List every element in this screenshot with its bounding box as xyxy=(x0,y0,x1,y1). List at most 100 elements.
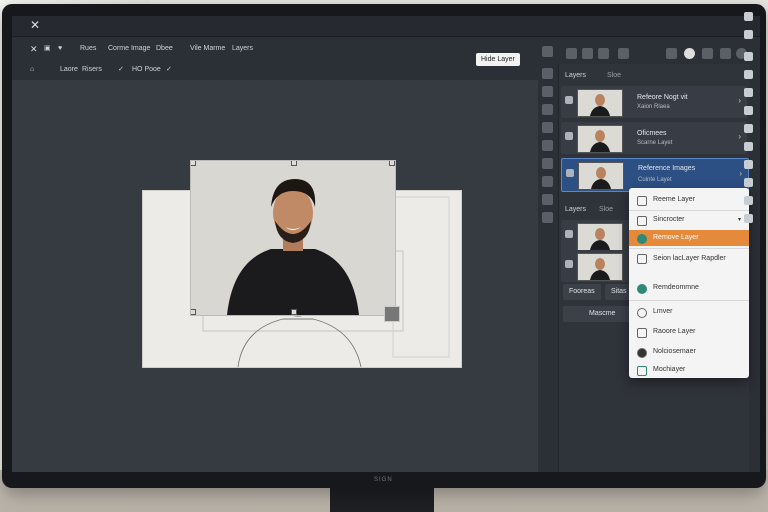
screen: ✕ ✕ ▣ ♥ Rues Corme Image Dbee Vile Marme… xyxy=(12,16,760,472)
layers-icon[interactable] xyxy=(744,160,753,169)
layers-icon[interactable] xyxy=(542,140,553,151)
check-icon[interactable]: ✓ xyxy=(118,62,124,78)
menu-divider xyxy=(629,300,749,301)
home-icon[interactable]: ⌂ xyxy=(30,62,34,78)
layer-thumbnail xyxy=(577,223,623,251)
image-icon[interactable] xyxy=(566,169,574,177)
settings-icon[interactable] xyxy=(720,48,731,59)
ctx-item-sincrocter[interactable]: Sincrocter ▾ xyxy=(629,212,749,228)
layer-subtitle: Cuinte Layet xyxy=(638,177,672,183)
rect-icon xyxy=(637,254,647,264)
image-icon[interactable] xyxy=(542,122,553,133)
menu-divider xyxy=(629,210,749,211)
toolbar-item-risers[interactable]: Risers xyxy=(82,62,102,78)
heart-icon[interactable]: ♥ xyxy=(58,40,62,58)
layer-row[interactable]: Oficmees Scarne Layet › xyxy=(561,122,747,154)
link-icon xyxy=(637,328,647,338)
ctx-item-remdeommne[interactable]: Remdeommne xyxy=(629,280,749,296)
person-photo xyxy=(191,161,395,315)
target-icon[interactable] xyxy=(744,70,753,79)
layer-row[interactable]: Refeore Nogt vit Xaion Rlaea › xyxy=(561,86,747,118)
save-icon[interactable]: ▣ xyxy=(44,40,51,58)
grid-icon[interactable] xyxy=(744,178,753,187)
crop-icon[interactable] xyxy=(582,48,593,59)
arrow-down-icon[interactable] xyxy=(744,124,753,133)
menu-bar: ✕ ▣ ♥ Rues Corme Image Dbee Vile Marme L… xyxy=(22,40,542,58)
close-icon[interactable]: ✕ xyxy=(30,40,38,58)
ctx-item-mochiayer[interactable]: Mochiayer xyxy=(629,362,749,378)
layer-row[interactable] xyxy=(561,250,631,282)
menu-item-vile[interactable]: Vile Marme xyxy=(190,40,225,58)
settings-icon[interactable] xyxy=(744,52,753,61)
menu-item-image[interactable]: Corme Image xyxy=(108,40,150,58)
minimize-icon[interactable] xyxy=(744,12,753,21)
arrow-up-icon[interactable] xyxy=(744,106,753,115)
resize-handle[interactable] xyxy=(191,309,196,315)
info-icon[interactable] xyxy=(744,142,753,151)
paste-icon[interactable] xyxy=(542,212,553,223)
menu-item-dbee[interactable]: Dbee xyxy=(156,40,173,58)
menu-item-rues[interactable]: Rues xyxy=(80,40,96,58)
ctx-item-remove-layer[interactable]: Remove Layer xyxy=(629,230,749,246)
layer-row-active[interactable]: Reference Images Cuinte Layet › xyxy=(561,158,749,192)
layer-icon[interactable] xyxy=(565,230,573,238)
title-bar: ✕ xyxy=(12,16,760,37)
box-icon[interactable] xyxy=(542,194,553,205)
transform-handle-icon[interactable] xyxy=(384,306,400,322)
toolbar-item-laore[interactable]: Laore xyxy=(60,62,78,78)
eye-icon[interactable] xyxy=(565,96,573,104)
tag-icon[interactable] xyxy=(744,88,753,97)
redo-icon[interactable] xyxy=(744,214,753,223)
palette-icon xyxy=(637,348,647,358)
monitor-brand: SIGN xyxy=(374,477,393,483)
box-icon[interactable] xyxy=(744,196,753,205)
resize-handle[interactable] xyxy=(291,161,297,166)
layer-row[interactable] xyxy=(561,220,631,252)
grid-icon[interactable] xyxy=(666,48,677,59)
ctx-item-nolciosemaer[interactable]: Nolciosemaer xyxy=(629,344,749,360)
section-sloe: Sloe xyxy=(599,206,614,213)
layer-subtitle: Xaion Rlaea xyxy=(637,104,670,110)
image-icon[interactable] xyxy=(598,48,609,59)
reference-photo-layer[interactable] xyxy=(190,160,396,316)
layer-thumbnail xyxy=(577,253,623,281)
brush-icon[interactable] xyxy=(542,86,553,97)
ctx-item-reeme-layer[interactable]: Reeme Layer xyxy=(629,192,749,208)
circle-icon[interactable] xyxy=(684,48,695,59)
close-icon[interactable]: ✕ xyxy=(30,18,40,32)
right-edge-icons xyxy=(740,12,758,232)
secondary-toolbar: ⌂ Laore Risers ✓ HO Pooe ✓ xyxy=(22,62,542,78)
section-layers: Layers xyxy=(565,206,587,213)
crop-icon[interactable] xyxy=(542,68,553,79)
monitor-bezel: SIGN ✕ ✕ ▣ ♥ Rues Corme Image Dbee Vile … xyxy=(2,4,766,488)
layer-icon xyxy=(637,196,647,206)
layer-thumbnail xyxy=(578,162,624,190)
layer-subtitle: Scarne Layet xyxy=(637,140,673,146)
ctx-item-raoore-layer[interactable]: Raoore Layer xyxy=(629,324,749,340)
resize-handle[interactable] xyxy=(389,161,395,166)
resize-handle[interactable] xyxy=(291,309,297,315)
brush-icon xyxy=(637,366,647,376)
folder-icon[interactable] xyxy=(542,158,553,169)
tab-layers[interactable]: Layers xyxy=(565,72,586,79)
close-icon[interactable] xyxy=(744,30,753,39)
hand-icon[interactable] xyxy=(565,260,573,268)
tab-sloe[interactable]: Sloe xyxy=(607,72,621,79)
stamp-icon[interactable] xyxy=(542,46,553,57)
tool-column xyxy=(540,46,556,236)
grid-icon[interactable] xyxy=(542,176,553,187)
hide-layer-tooltip[interactable]: Hide Layer xyxy=(476,53,520,66)
ctx-item-selection-layer[interactable]: Seion lacLayer Rapdler xyxy=(629,250,749,276)
lock-icon[interactable] xyxy=(565,132,573,140)
toolbar-item-hopooe[interactable]: HO Pooe xyxy=(132,62,161,78)
layers-icon[interactable] xyxy=(618,48,629,59)
menu-item-layers[interactable]: Layers xyxy=(232,40,253,58)
home-icon[interactable] xyxy=(566,48,577,59)
ctx-item-lmver[interactable]: Lmver xyxy=(629,304,749,320)
chat-icon[interactable] xyxy=(702,48,713,59)
drop-icon[interactable] xyxy=(542,104,553,115)
resize-handle[interactable] xyxy=(191,161,196,166)
fooreas-button[interactable]: Fooreas xyxy=(563,284,601,300)
check-icon[interactable]: ✓ xyxy=(166,62,172,78)
panel-top-icons xyxy=(558,44,748,62)
